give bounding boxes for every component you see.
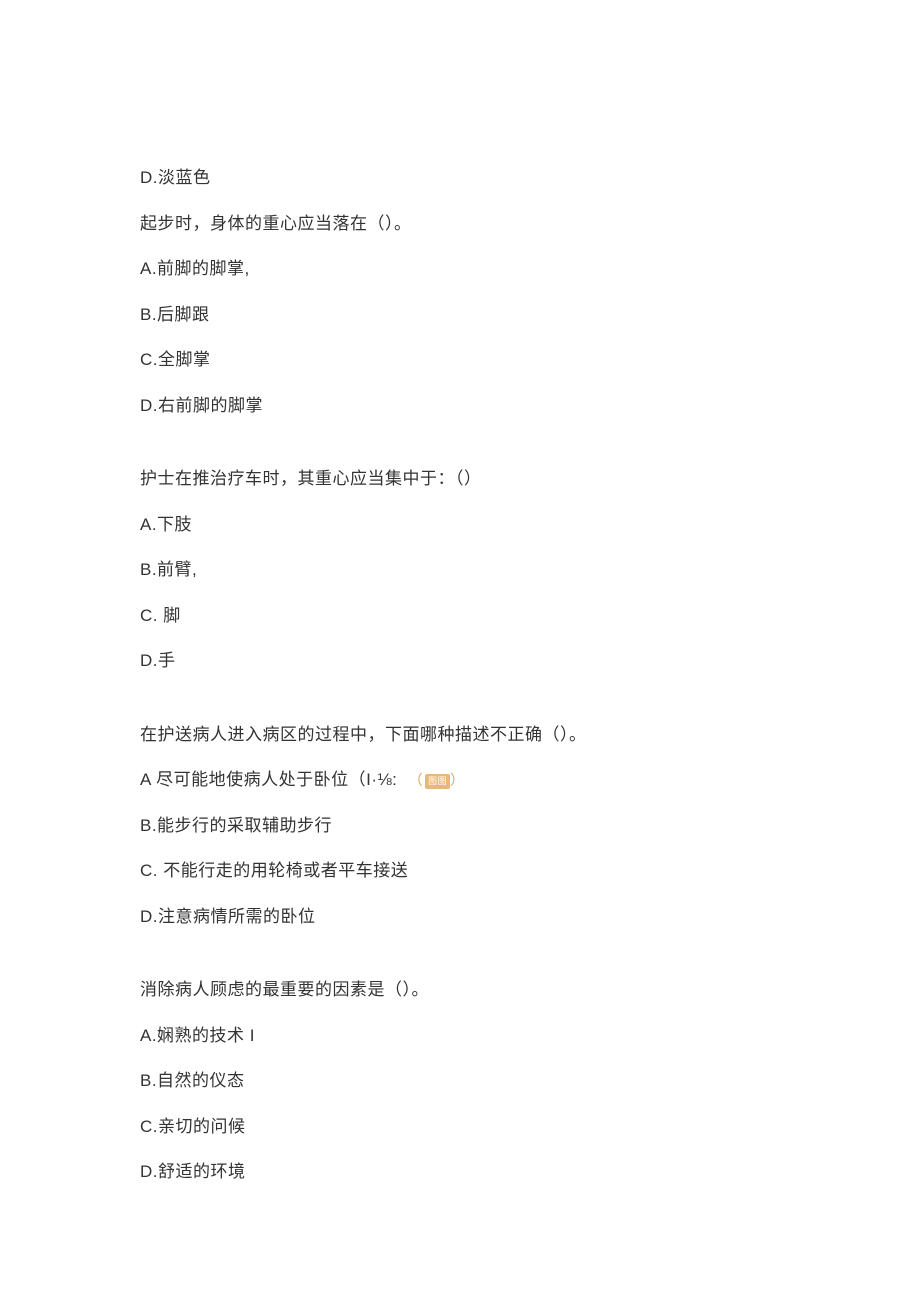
q2-option-d: D.手 bbox=[140, 648, 780, 674]
q3-note-open: （ bbox=[409, 772, 424, 788]
q3-option-a-text: A 尽可能地使病人处于卧位（I·⅛: bbox=[140, 770, 397, 789]
q4-option-b: B.自然的仪态 bbox=[140, 1068, 780, 1094]
q4-option-a: A.娴熟的技术 I bbox=[140, 1023, 780, 1049]
q2-option-b: B.前臂, bbox=[140, 557, 780, 583]
q4-option-d: D.舒适的环境 bbox=[140, 1159, 780, 1185]
document-body: D.淡蓝色 起步时，身体的重心应当落在（）。 A.前脚的脚掌, B.后脚跟 C.… bbox=[0, 0, 920, 1285]
q1-option-d: D.右前脚的脚掌 bbox=[140, 393, 780, 419]
q3-option-a: A 尽可能地使病人处于卧位（I·⅛: （图图） bbox=[140, 767, 780, 793]
q3-option-a-note: （图图） bbox=[409, 772, 465, 788]
q3-option-d: D.注意病情所需的卧位 bbox=[140, 904, 780, 930]
q1-option-b: B.后脚跟 bbox=[140, 302, 780, 328]
q4-option-c: C.亲切的问候 bbox=[140, 1114, 780, 1140]
orphan-option-d: D.淡蓝色 bbox=[140, 165, 780, 191]
q3-option-c: C. 不能行走的用轮椅或者平车接送 bbox=[140, 858, 780, 884]
q2-option-a: A.下肢 bbox=[140, 512, 780, 538]
q3-option-b: B.能步行的采取辅助步行 bbox=[140, 813, 780, 839]
q1-stem: 起步时，身体的重心应当落在（）。 bbox=[140, 211, 780, 237]
q1-option-a: A.前脚的脚掌, bbox=[140, 256, 780, 282]
image-placeholder-icon: 图图 bbox=[425, 774, 450, 790]
q1-option-c: C.全脚掌 bbox=[140, 347, 780, 373]
q2-stem: 护士在推治疗车时，其重心应当集中于：（） bbox=[140, 466, 780, 492]
q2-option-c: C. 脚 bbox=[140, 603, 780, 629]
q3-stem: 在护送病人进入病区的过程中，下面哪种描述不正确（）。 bbox=[140, 722, 780, 748]
q3-note-close: ） bbox=[450, 772, 465, 788]
q4-stem: 消除病人顾虑的最重要的因素是（）。 bbox=[140, 977, 780, 1003]
